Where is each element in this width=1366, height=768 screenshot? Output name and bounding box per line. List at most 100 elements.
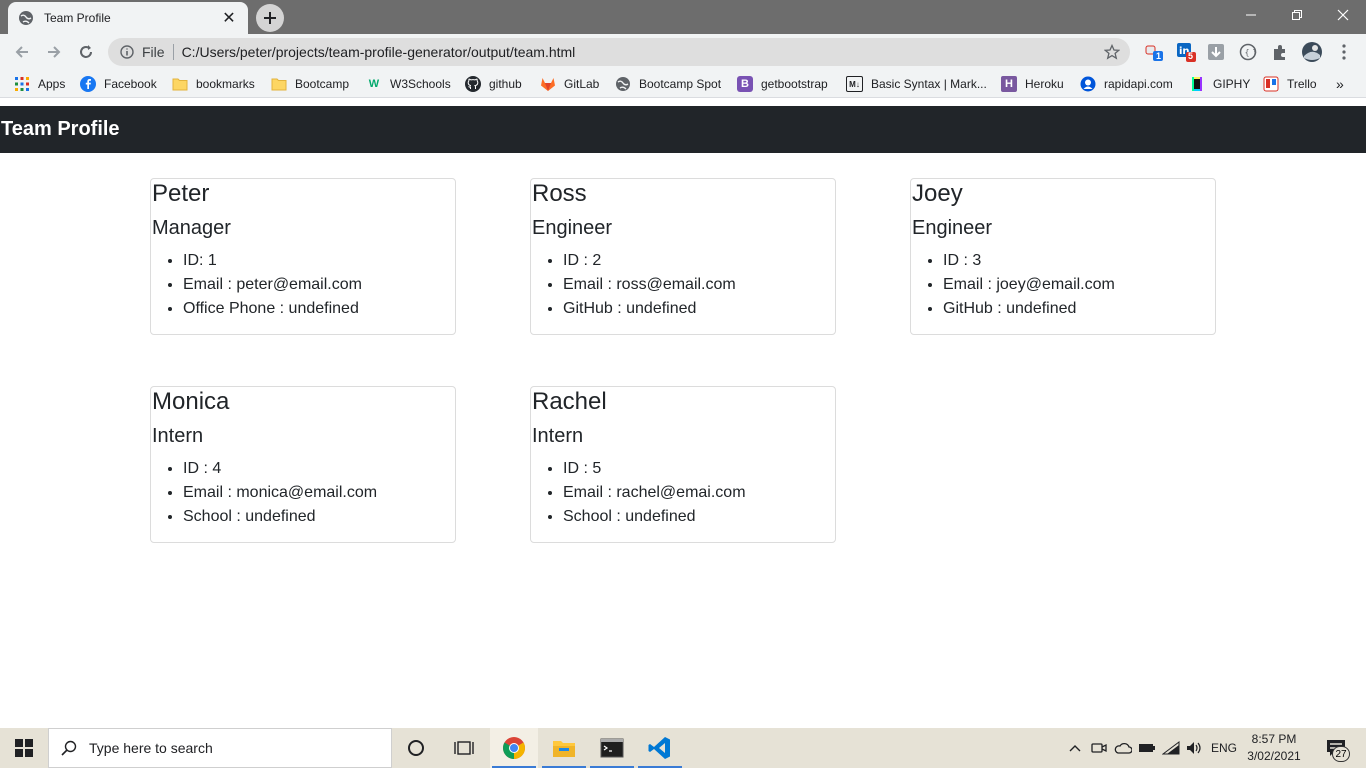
restore-button[interactable]: [1274, 0, 1320, 30]
forward-button[interactable]: [40, 38, 68, 66]
extension-icon[interactable]: 1: [1144, 42, 1164, 62]
employee-name: Monica: [152, 388, 230, 415]
kebab-menu-icon[interactable]: [1334, 42, 1354, 62]
reload-button[interactable]: [72, 38, 100, 66]
meet-now-icon[interactable]: [1088, 728, 1110, 768]
bookmark-label: rapidapi.com: [1104, 77, 1173, 91]
show-hidden-icons-chevron-icon[interactable]: [1064, 728, 1086, 768]
notification-center-button[interactable]: 27: [1316, 728, 1356, 768]
apps-grid-icon: [14, 76, 30, 92]
chrome-icon: [503, 737, 525, 759]
reload-icon: [80, 45, 92, 58]
taskbar-chrome[interactable]: [490, 728, 538, 768]
plus-icon: [264, 12, 276, 24]
clock-time: 8:57 PM: [1251, 732, 1297, 746]
bookmark-star-icon[interactable]: [1103, 43, 1121, 65]
folder-icon: [271, 76, 287, 92]
profile-avatar[interactable]: [1302, 42, 1322, 62]
browser-tab[interactable]: Team Profile ✕: [8, 2, 248, 34]
employee-card: Peter Manager ID: 1 Email : peter@email.…: [150, 178, 456, 335]
language-indicator[interactable]: ENG: [1208, 728, 1240, 768]
bookmark-giphy[interactable]: GIPHY: [1189, 75, 1250, 93]
taskbar-file-explorer[interactable]: [540, 728, 588, 768]
employee-details: ID: 1 Email : peter@email.com Office Pho…: [183, 249, 362, 321]
employee-office-phone: Office Phone : undefined: [183, 297, 362, 321]
back-button[interactable]: [8, 38, 36, 66]
circle-extension-icon[interactable]: { }: [1238, 42, 1258, 62]
taskbar-terminal[interactable]: [588, 728, 636, 768]
task-view-button[interactable]: [440, 728, 488, 768]
download-extension-icon[interactable]: [1206, 42, 1226, 62]
task-view-icon: [454, 741, 474, 755]
windows-icon: [15, 739, 33, 757]
close-icon: [1337, 9, 1349, 21]
bookmark-label: Heroku: [1025, 77, 1064, 91]
cortana-icon: [408, 740, 424, 756]
bookmark-trello[interactable]: Trello: [1263, 75, 1317, 93]
bookmark-basic-syntax[interactable]: M↓ Basic Syntax | Mark...: [846, 75, 987, 93]
bookmark-heroku[interactable]: H Heroku: [1001, 75, 1064, 93]
search-icon: [61, 740, 77, 756]
bookmark-label: Facebook: [104, 77, 157, 91]
extension-badge: 1: [1156, 51, 1162, 61]
bookmarks-overflow-icon[interactable]: »: [1336, 75, 1344, 93]
bookmark-label: W3Schools: [390, 77, 451, 91]
folder-icon: [172, 76, 188, 92]
employee-details: ID : 3 Email : joey@email.com GitHub : u…: [943, 249, 1115, 321]
employee-role: Engineer: [912, 217, 993, 239]
arrow-right-icon: [48, 46, 61, 58]
bookmark-label: github: [489, 77, 522, 91]
bookmark-w3schools[interactable]: W W3Schools: [366, 75, 451, 93]
battery-icon[interactable]: [1136, 728, 1158, 768]
taskbar: Type here to search ENG 8:57 PM 3/02/202…: [0, 728, 1366, 768]
employee-id: ID: 1: [183, 249, 362, 273]
cortana-button[interactable]: [392, 728, 440, 768]
employee-details: ID : 2 Email : ross@email.com GitHub : u…: [563, 249, 736, 321]
employee-role: Intern: [152, 425, 204, 447]
close-window-button[interactable]: [1320, 0, 1366, 30]
github-icon: [465, 76, 481, 92]
bookmark-getbootstrap[interactable]: B getbootstrap: [737, 75, 828, 93]
employee-id: ID : 2: [563, 249, 736, 273]
clock-date: 3/02/2021: [1247, 749, 1301, 763]
bookmark-facebook[interactable]: Facebook: [80, 75, 157, 93]
bookmark-label: Bootcamp: [295, 77, 350, 91]
wifi-icon[interactable]: [1160, 728, 1182, 768]
employee-school: School : undefined: [563, 505, 746, 529]
employee-card: Rachel Intern ID : 5 Email : rachel@emai…: [530, 386, 836, 543]
linkedin-extension-icon[interactable]: in 5: [1176, 42, 1196, 62]
employee-email: Email : joey@email.com: [943, 273, 1115, 297]
gitlab-icon: [540, 76, 556, 92]
bookmark-github[interactable]: github: [465, 75, 522, 93]
employee-school: School : undefined: [183, 505, 377, 529]
bookmark-folder-bookmarks[interactable]: bookmarks: [172, 75, 255, 93]
bookmark-apps[interactable]: Apps: [14, 75, 65, 93]
bookmark-bootcamp-spot[interactable]: Bootcamp Spot: [615, 75, 721, 93]
bookmark-label: Basic Syntax | Mark...: [871, 77, 987, 91]
clock[interactable]: 8:57 PM 3/02/2021: [1246, 731, 1302, 765]
bookmark-folder-bootcamp[interactable]: Bootcamp: [271, 75, 349, 93]
minimize-button[interactable]: [1228, 0, 1274, 30]
new-tab-button[interactable]: [256, 4, 284, 32]
bootstrap-icon: B: [737, 76, 753, 92]
start-button[interactable]: [0, 728, 48, 768]
puzzle-icon[interactable]: [1270, 42, 1290, 62]
bookmark-label: getbootstrap: [761, 77, 828, 91]
employee-role: Engineer: [532, 217, 613, 239]
employee-github: GitHub : undefined: [563, 297, 736, 321]
tab-close-icon[interactable]: ✕: [220, 9, 238, 27]
info-icon[interactable]: [120, 45, 134, 59]
vscode-icon: [648, 737, 670, 759]
taskbar-vscode[interactable]: [636, 728, 684, 768]
onedrive-icon[interactable]: [1112, 728, 1134, 768]
bookmark-gitlab[interactable]: GitLab: [540, 75, 599, 93]
employee-role: Manager: [152, 217, 231, 239]
address-bar[interactable]: File C:/Users/peter/projects/team-profil…: [108, 38, 1130, 66]
facebook-icon: [80, 76, 96, 92]
volume-icon[interactable]: [1184, 728, 1206, 768]
url-text[interactable]: C:/Users/peter/projects/team-profile-gen…: [182, 44, 576, 60]
taskbar-search[interactable]: Type here to search: [48, 728, 392, 768]
bookmark-label: GIPHY: [1213, 77, 1251, 91]
bookmark-rapidapi[interactable]: rapidapi.com: [1080, 75, 1173, 93]
employee-details: ID : 5 Email : rachel@emai.com School : …: [563, 457, 746, 529]
